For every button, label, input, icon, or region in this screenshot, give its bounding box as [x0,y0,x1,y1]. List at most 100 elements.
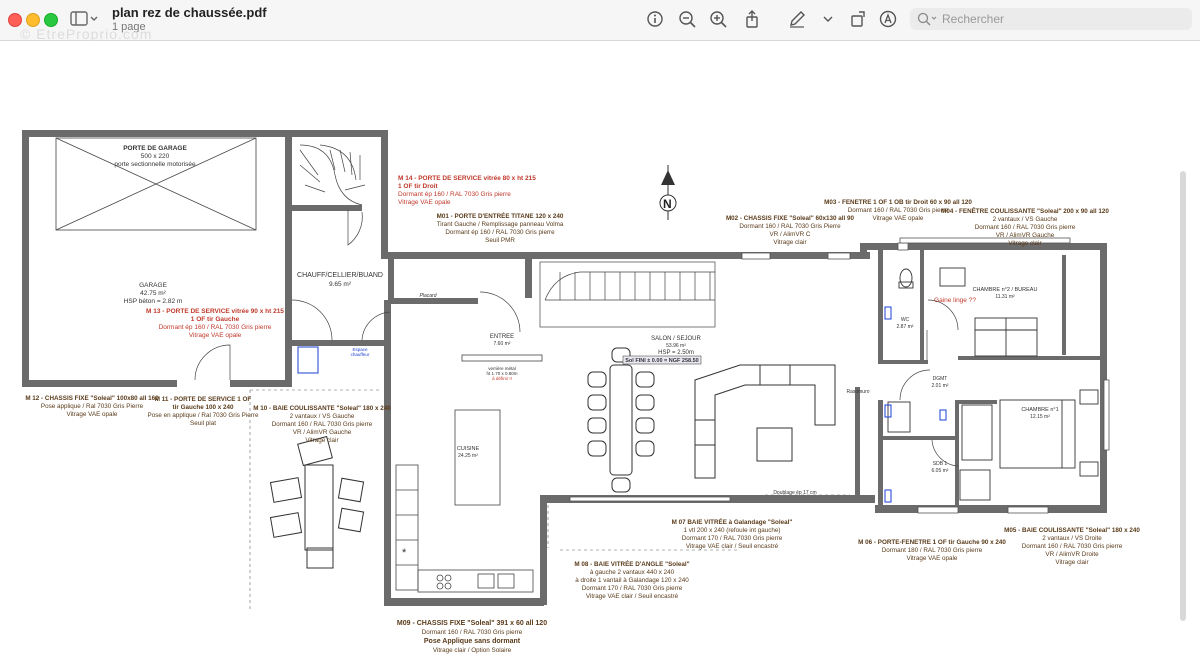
chauff-name: CHAUFF/CELLIER/BUAND [297,272,383,279]
chambre1-area: 12.15 m² [1030,414,1050,420]
dining-table [587,347,655,493]
chevron-down-icon [823,16,833,22]
markup-button[interactable] [787,9,807,29]
m10-line1: 2 vantaux / VS Gauche [290,413,355,420]
cuisine-name: CUISINE [457,446,480,452]
m07-title: M 07 BAIE VITRÉE à Galandage "Soleal" [672,517,793,526]
pdf-page: * N PORTE DE GARAGE 500 x 220 porte sect… [0,41,1188,664]
garage-door-type: porte sectionnelle motorisée [114,161,196,168]
zoom-window-button[interactable] [44,13,58,27]
salon-name: SALON / SEJOUR [651,336,701,342]
cuisine-area: 24.25 m² [458,453,478,459]
m02-title: M02 - CHASSIS FIXE "Soleal" 60x130 all 9… [726,215,855,222]
dgmt-name: DGMT [933,376,948,382]
wc-area: 2.87 m² [897,324,914,330]
m03-title: M03 - FENETRE 1 OF 1 OB tir Droit 60 x 9… [824,199,972,206]
joinery-notes: M01 - PORTE D'ENTRÉE TITANE 120 x 240 Ti… [25,199,1140,654]
garage-door-size: 500 x 220 [141,153,170,160]
m12-title: M 12 - CHASSIS FIXE "Soleal" 100x80 all … [25,395,159,402]
close-window-button[interactable] [8,13,22,27]
m12-line1: Pose applique / Ral 7030 Gris Pierre [41,403,144,410]
garage-name: GARAGE [139,282,167,289]
sdb-name: SDB 1 [933,461,948,467]
annotate-button[interactable] [878,9,898,29]
m05-title: M05 - BAIE COULISSANTE "Soleal" 180 x 24… [1004,527,1140,534]
search-field[interactable]: Rechercher [910,8,1192,30]
floor-plan: * N PORTE DE GARAGE 500 x 220 porte sect… [22,130,1140,654]
m02-line2: VR / AlimVR C [770,231,811,238]
m13-line1: 1 OF tir Gauche [191,316,240,323]
markup-menu-button[interactable] [818,9,838,29]
vertical-scrollbar[interactable] [1180,171,1186,621]
bedroom-furniture [887,267,1099,501]
m11-title: M 11 - PORTE DE SERVICE 1 OF [155,396,252,403]
m04-line4: Vitrage clair [1008,240,1041,247]
minimize-window-button[interactable] [26,13,40,27]
rotate-button[interactable] [848,9,868,29]
m09-line3: Vitrage clair / Option Solaire [433,647,512,654]
m04-title: M04 - FENÊTRE COULISSANTE "Soleal" 200 x… [941,206,1109,215]
m07-line1: 1 vtl 200 x 240 (refoule int gauche) [684,527,781,534]
sofa [694,364,836,479]
info-button[interactable] [645,9,665,29]
espace-sub: chauffeur [351,352,370,357]
stairs-top [299,144,366,206]
m06-line1: Dormant 180 / RAL 7030 Gris pierre [882,547,983,554]
dgmt-area: 2.01 m² [932,383,949,389]
m01-line1: Tirant Gauche / Remplissage panneau Volm… [437,221,564,228]
share-button[interactable] [742,9,762,29]
m01-line3: Seuil PMR [485,237,515,244]
garage-door-title: PORTE DE GARAGE [123,145,187,152]
rotate-icon [851,11,865,27]
m06-title: M 06 - PORTE-FENETRE 1 OF tir Gauche 90 … [858,539,1006,546]
wc-name: WC [901,317,910,323]
m03-line1: Dormant 160 / RAL 7030 Gris pierre [848,207,949,214]
m12-line2: Vitrage VAE opale [67,411,118,418]
window-markers [297,306,947,503]
m05-line3: VR / AlimVR Droite [1045,551,1099,558]
m09-line2: Pose Applique sans dormant [424,638,521,645]
m08-title: M 08 - BAIE VITRÉE D'ANGLE "Soleal" [574,559,689,568]
chauff-area: 9.65 m² [329,281,352,288]
m13-line2: Dormant ép 160 / RAL 7030 Gris pierre [159,324,272,331]
m09-line1: Dormant 160 / RAL 7030 Gris pierre [422,629,523,636]
m05-line4: Vitrage clair [1055,559,1088,566]
watermark: © EtreProprio.com [20,26,153,42]
m08-line1: à gauche 2 vantaux 440 x 240 [590,569,675,576]
m14-line1: 1 OF tir Droit [398,183,439,190]
annotate-icon [879,10,897,28]
north-label: N [663,197,672,211]
m01-title: M01 - PORTE D'ENTRÉE TITANE 120 x 240 [437,211,564,220]
m08-line3: Dormant 170 / RAL 7030 Gris pierre [582,585,683,592]
garage-hsp: HSP béton = 2.82 m [124,298,183,305]
rasomuro-label: Rasomuro [846,389,869,395]
m13-title: M 13 - PORTE DE SERVICE vitrée 90 x ht 2… [146,308,284,315]
doublage-label: Doublage ép 17 cm [773,490,816,496]
kitchen-furniture: * [395,354,543,593]
zoom-out-icon [679,11,696,28]
entree-name: ENTREE [490,334,514,340]
m03-line2: Vitrage VAE opale [873,215,924,222]
zoom-in-icon [710,11,727,28]
m04-line1: 2 vantaux / VS Gauche [993,216,1058,223]
m14-line3: Vitrage VAE opale [398,199,451,206]
search-placeholder: Rechercher [942,12,1005,26]
north-arrow: N [659,165,677,220]
m10-title: M 10 - BAIE COULISSANTE "Soleal" 180 x 2… [253,405,391,412]
m07-line3: Vitrage VAE clair / Seuil encastré [686,543,779,550]
chambre2-area: 11.31 m² [995,294,1015,300]
search-icon [917,12,937,26]
zoom-in-button[interactable] [708,9,728,29]
pen-icon [790,11,805,28]
chambre2-name: CHAMBRE n°2 / BUREAU [973,287,1038,293]
m10-line2: Dormant 160 / RAL 7030 Gris pierre [272,421,373,428]
chambre1-name: CHAMBRE n°1 [1021,407,1058,413]
m02-line3: Vitrage clair [773,239,806,246]
m06-line2: Vitrage VAE opale [907,555,958,562]
ngf-level: Sol FINI ± 0.00 = NGF 258.50 [625,358,698,364]
document-title: plan rez de chaussée.pdf [112,5,267,20]
m14-title: M 14 - PORTE DE SERVICE vitrée 80 x ht 2… [398,175,536,182]
verriere-note: à définir !! [492,376,512,381]
zoom-out-button[interactable] [677,9,697,29]
m10-line4: Vitrage clair [305,437,338,444]
